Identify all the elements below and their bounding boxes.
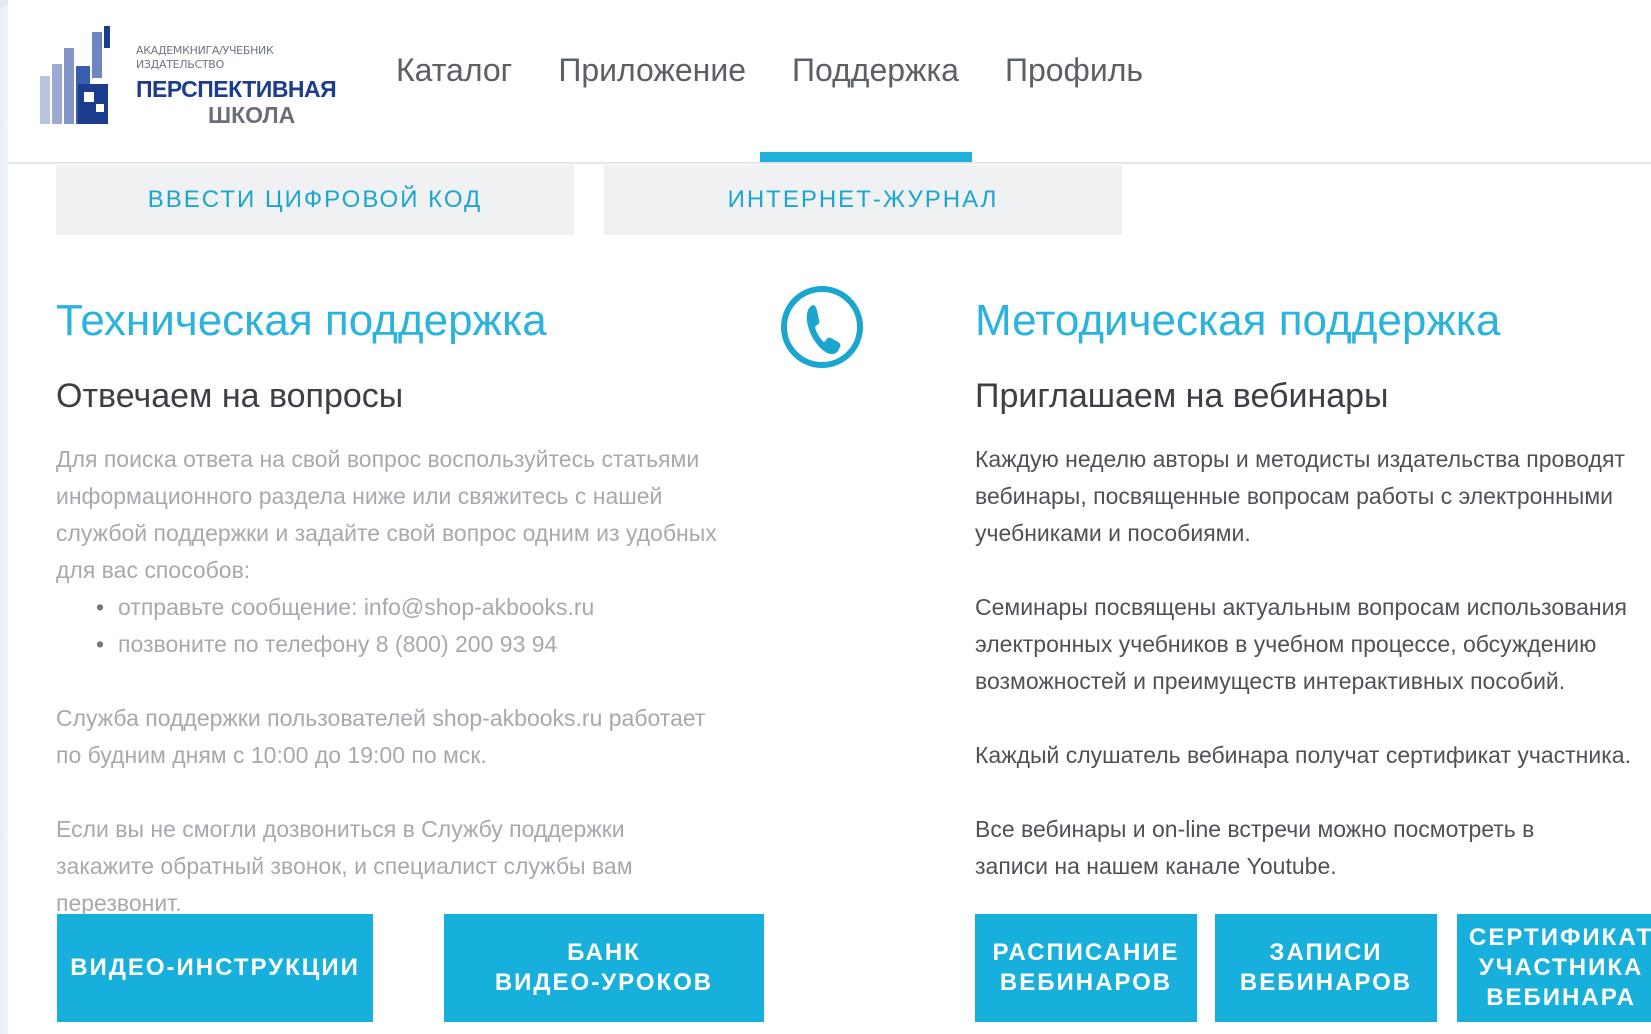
method-support-subtitle: Приглашаем на вебинары (975, 377, 1389, 415)
logo-publisher: Академкнига/Учебник Издательство (136, 44, 274, 72)
contact-phone[interactable]: позвоните по телефону 8 (800) 200 93 94 (94, 626, 734, 663)
tech-support-intro: Для поиска ответа на свой вопрос восполь… (56, 446, 717, 583)
webinar-paragraph-2: Семинары посвящены актуальным вопросам и… (975, 594, 1627, 694)
logo-name-line1: ПЕРСПЕКТИВНАЯ (136, 76, 337, 102)
nav-item-catalog[interactable]: Каталог (396, 50, 512, 90)
webinar-paragraph-4: Все вебинары и on-line встречи можно пос… (975, 816, 1535, 879)
page: Академкнига/Учебник Издательство ПЕРСПЕК… (8, 0, 1651, 1034)
nav-item-app[interactable]: Приложение (558, 50, 746, 90)
webinar-paragraph-3: Каждый слушатель вебинара получат сертиф… (975, 742, 1631, 768)
nav-active-indicator (760, 152, 972, 162)
logo[interactable]: Академкнига/Учебник Издательство ПЕРСПЕК… (36, 18, 337, 133)
video-instructions-button[interactable]: ВИДЕО-ИНСТРУКЦИИ (57, 914, 373, 1022)
contact-email[interactable]: отправьте сообщение: info@shop-akbooks.r… (94, 589, 734, 626)
tech-support-subtitle: Отвечаем на вопросы (56, 377, 404, 415)
webinar-certificate-button[interactable]: СЕРТИФИКАТ УЧАСТНИКА ВЕБИНАРА (1457, 914, 1651, 1022)
main-nav: Каталог Приложение Поддержка Профиль (396, 50, 1189, 90)
tech-support-title: Техническая поддержка (56, 296, 547, 345)
tab-internet-journal[interactable]: ИНТЕРНЕТ-ЖУРНАЛ (604, 165, 1122, 235)
tab-digital-code[interactable]: ВВЕСТИ ЦИФРОВОЙ КОД (56, 165, 574, 235)
contact-list: отправьте сообщение: info@shop-akbooks.r… (94, 589, 734, 663)
logo-bars-icon (40, 26, 110, 124)
method-support-title: Методическая поддержка (975, 296, 1501, 345)
video-lessons-bank-button[interactable]: БАНК ВИДЕО-УРОКОВ (444, 914, 764, 1022)
nav-item-profile[interactable]: Профиль (1005, 50, 1143, 90)
logo-publisher-line1: Академкнига/Учебник (136, 44, 274, 57)
phone-icon (781, 286, 863, 368)
support-hours: Служба поддержки пользователей shop-akbo… (56, 705, 706, 768)
nav-item-support[interactable]: Поддержка (792, 50, 959, 90)
logo-publisher-line2: Издательство (136, 58, 224, 71)
support-callback: Если вы не смогли дозвониться в Службу п… (56, 816, 633, 916)
webinar-schedule-button[interactable]: РАСПИСАНИЕ ВЕБИНАРОВ (975, 914, 1197, 1022)
webinar-recordings-button[interactable]: ЗАПИСИ ВЕБИНАРОВ (1215, 914, 1437, 1022)
header: Академкнига/Учебник Издательство ПЕРСПЕК… (8, 6, 1651, 164)
logo-name-line2: ШКОЛА (208, 102, 296, 128)
webinar-paragraph-1: Каждую неделю авторы и методисты издател… (975, 446, 1625, 546)
